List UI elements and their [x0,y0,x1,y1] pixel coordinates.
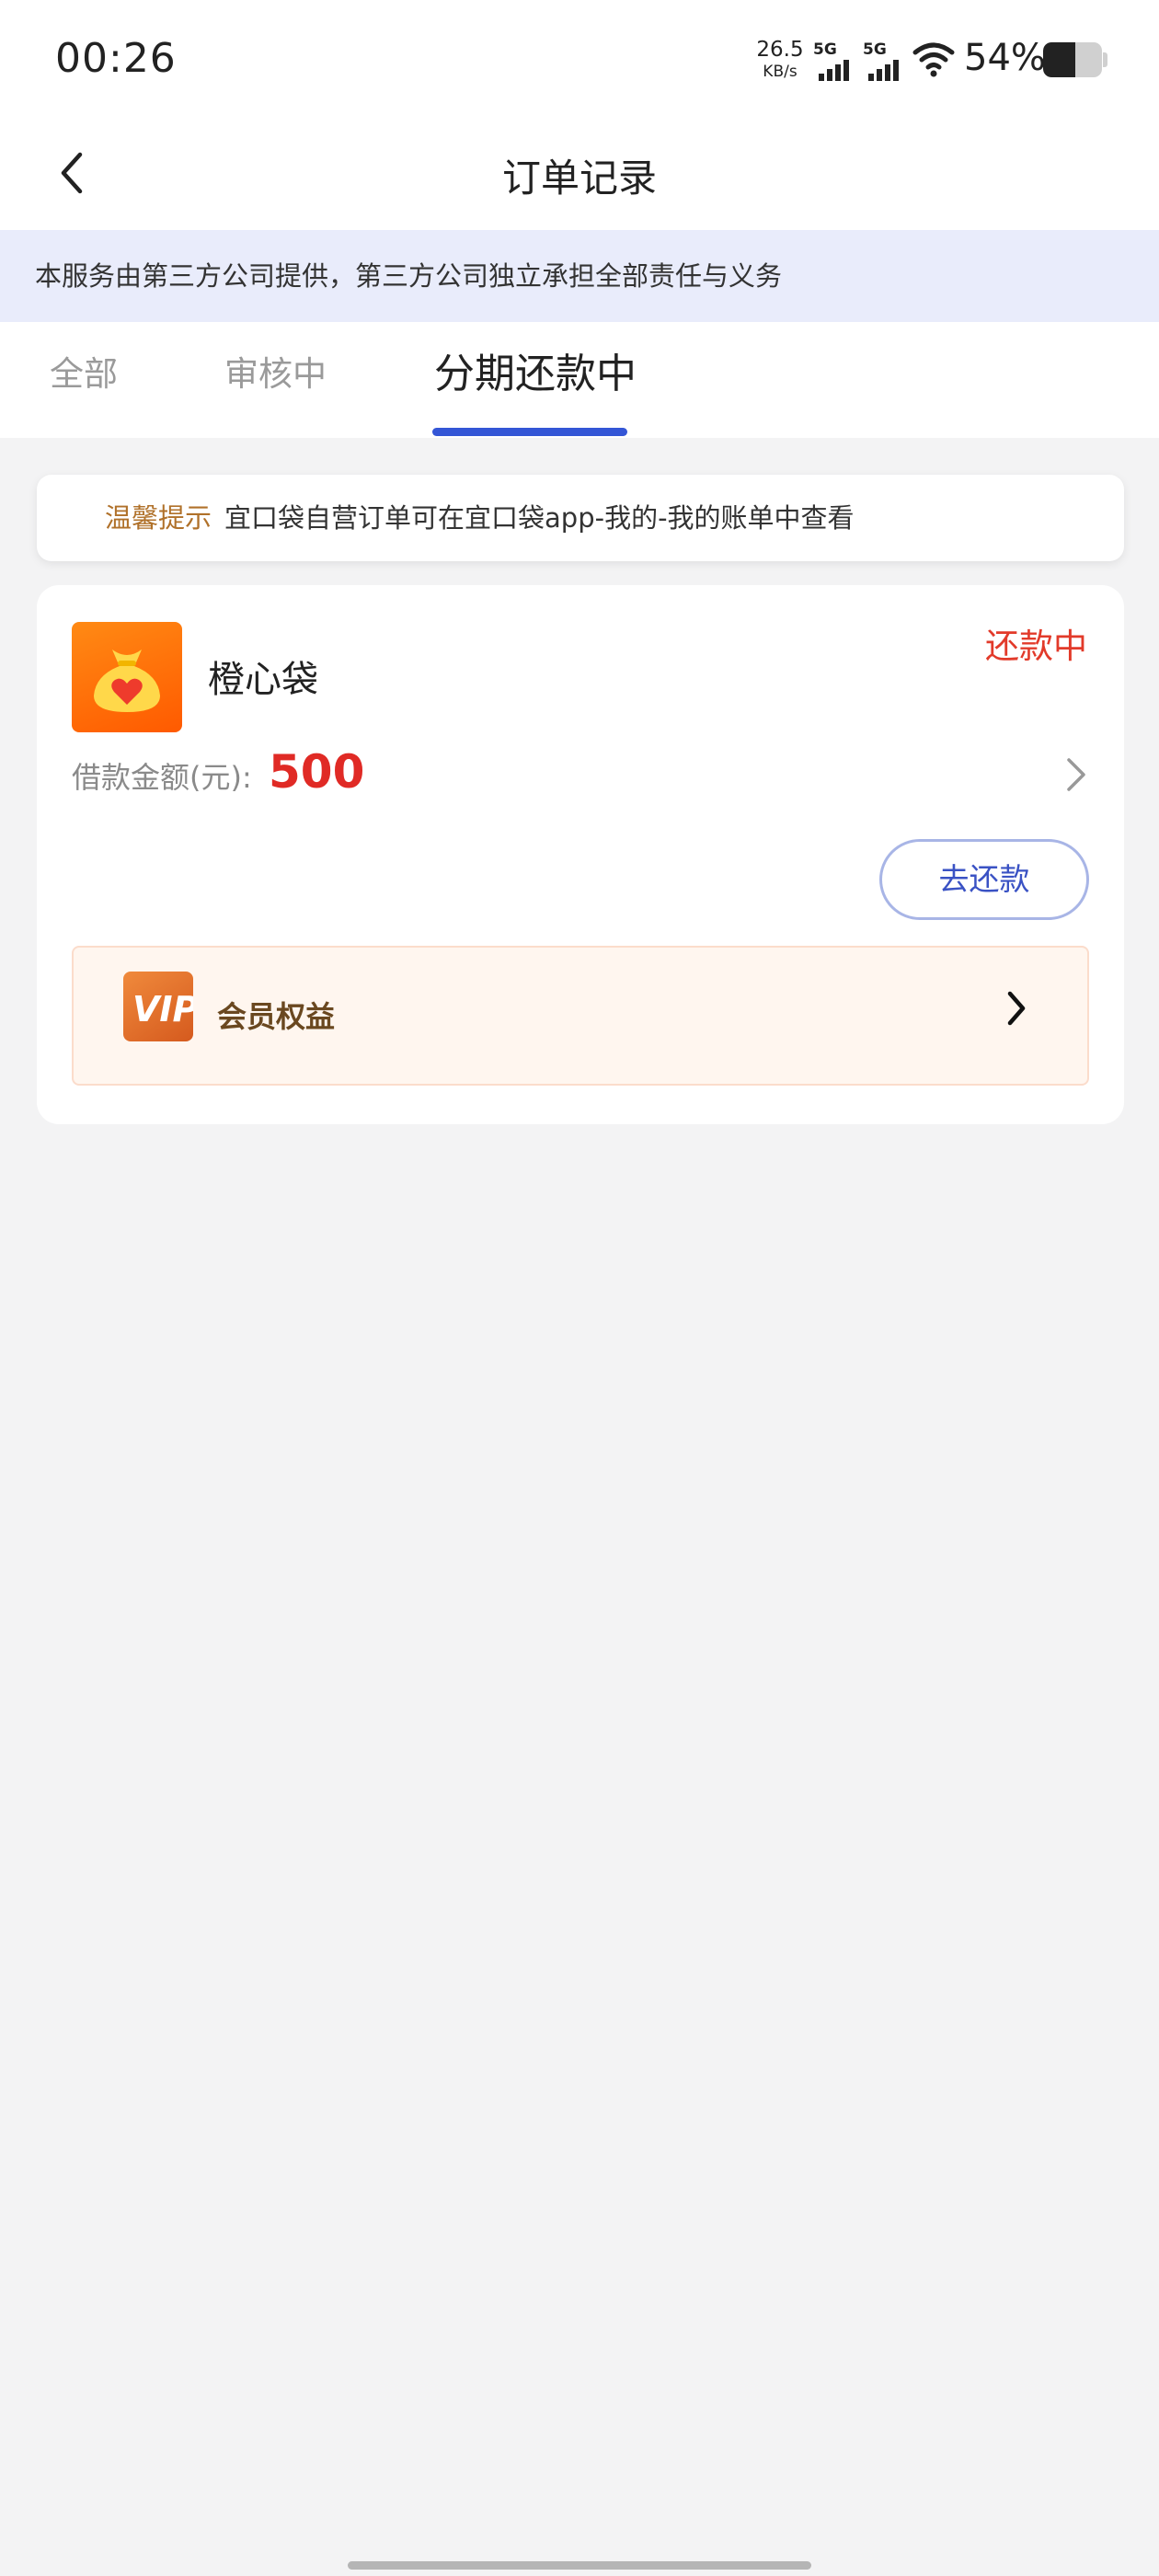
page-header: 订单记录 [0,120,1159,230]
sim2-signal-icon: 5G [863,40,905,81]
network-speed: 26.5 KB/s [756,39,804,83]
loan-amount-value: 500 [269,745,365,799]
sim1-signal-icon: 5G [813,40,855,81]
loan-amount-label: 借款金额(元): [72,760,252,795]
status-bar: 00:26 26.5 KB/s 5G 5G 54% [0,0,1159,120]
order-card[interactable]: 橙心袋 还款中 借款金额(元): 500 去还款 VIP 会员权益 [37,585,1124,1124]
order-status: 还款中 [985,627,1087,666]
battery-icon [1043,42,1102,77]
network-speed-value: 26.5 [756,38,804,62]
sim1-network-label: 5G [813,40,837,59]
repay-button[interactable]: 去还款 [879,839,1089,920]
vip-logo-text: VIP [132,989,193,1029]
app-logo [72,622,182,732]
notice-banner: 本服务由第三方公司提供，第三方公司独立承担全部责任与义务 [0,230,1159,322]
money-bag-heart-icon [94,650,160,712]
tab-installment-repaying[interactable]: 分期还款中 [434,340,637,399]
network-speed-unit: KB/s [763,63,798,81]
page-title: 订单记录 [501,155,657,201]
wifi-icon [912,42,955,77]
chevron-right-icon [1007,991,1026,1026]
status-time: 00:26 [55,35,177,82]
tip-text: 宜口袋自营订单可在宜口袋app-我的-我的账单中查看 [224,502,855,534]
order-records-screen: 00:26 26.5 KB/s 5G 5G 54% 订单记录 本服务由第三方公司… [0,0,1159,2576]
tab-under-review[interactable]: 审核中 [224,346,327,396]
member-benefits-label: 会员权益 [217,999,336,1034]
tip-label: 温馨提示 [105,502,212,534]
order-tabs: 全部 审核中 分期还款中 [0,322,1159,438]
tip-card: 温馨提示 宜口袋自营订单可在宜口袋app-我的-我的账单中查看 [37,475,1124,561]
app-name: 橙心袋 [208,659,318,701]
battery-fill [1043,42,1075,77]
battery-tip [1103,52,1107,67]
active-tab-indicator [432,428,627,436]
chevron-right-icon[interactable] [1061,754,1089,795]
member-benefits-row[interactable]: VIP 会员权益 [72,946,1089,1086]
battery-percent: 54% [964,37,1046,79]
tab-all[interactable]: 全部 [50,346,118,396]
vip-icon: VIP [123,972,199,1041]
home-indicator[interactable] [348,2561,811,2570]
sim2-network-label: 5G [863,40,887,59]
